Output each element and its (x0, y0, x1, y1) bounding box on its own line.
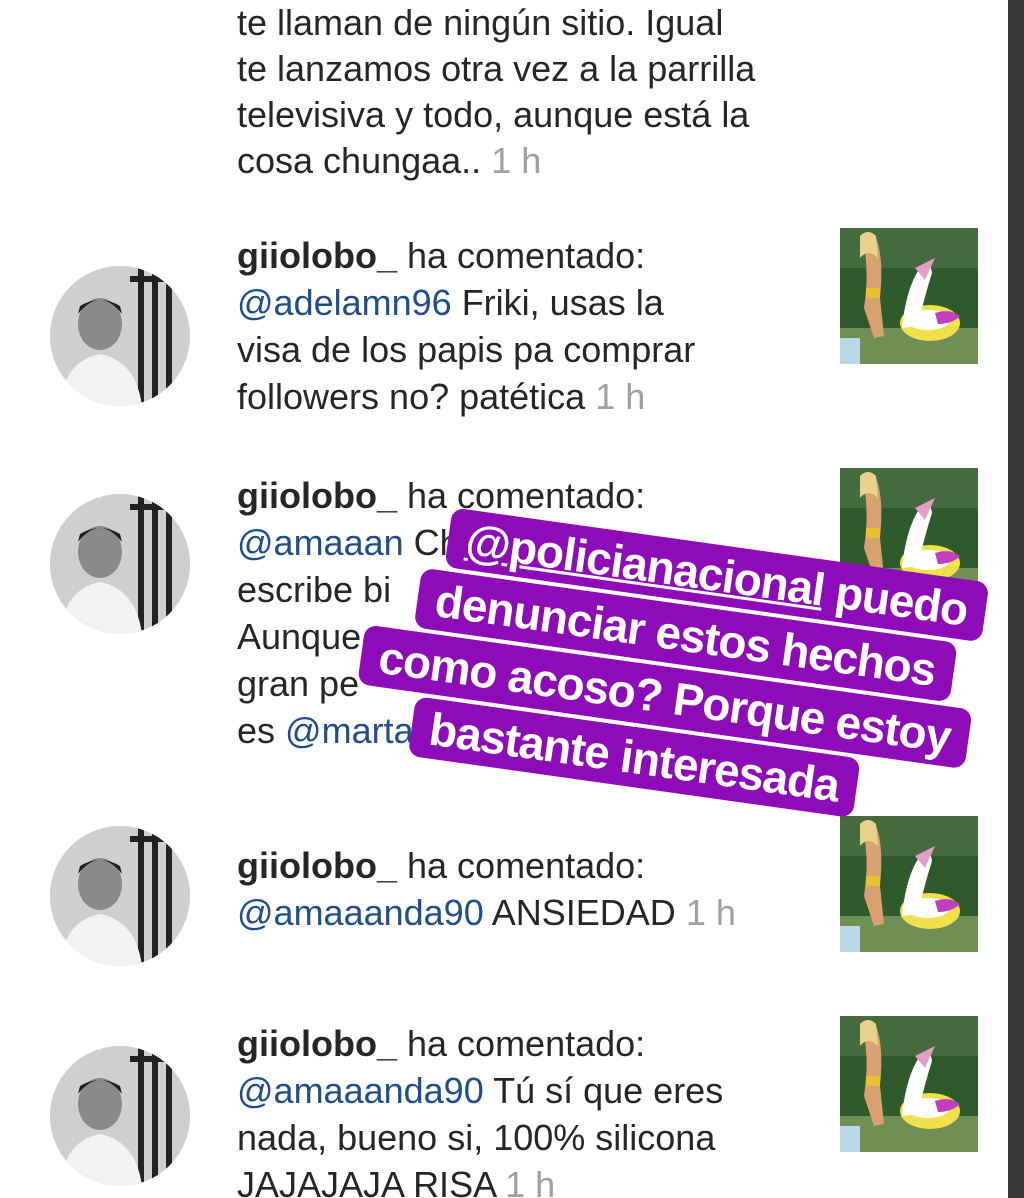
profile-photo-icon (50, 826, 190, 966)
comment-text: JAJAJAJA RISA (237, 1164, 496, 1198)
post-thumbnail[interactable] (840, 228, 978, 364)
post-thumbnail-icon (840, 1016, 978, 1152)
overlay-text: puedo (820, 564, 971, 636)
comment-line: followers no? patética 1 h (237, 373, 817, 420)
avatar[interactable] (50, 266, 190, 406)
profile-photo-icon (50, 266, 190, 406)
comment-action: ha comentado: (407, 845, 646, 886)
comment-text: Tú sí que eres (483, 1070, 724, 1111)
username[interactable]: giiolobo_ (237, 1023, 397, 1064)
comment-line: JAJAJAJA RISA 1 h (237, 1161, 817, 1198)
comment-text: ANSIEDAD (483, 892, 676, 933)
comment-header: giiolobo_ ha comentado: (237, 1020, 817, 1067)
comment-line: @adelamn96 Friki, usas la (237, 279, 817, 326)
comment-text: Friki, usas la (451, 282, 664, 323)
username[interactable]: giiolobo_ (237, 845, 397, 886)
comment-line: @amaaanda90 Tú sí que eres (237, 1067, 817, 1114)
avatar[interactable] (50, 826, 190, 966)
comment-timestamp: 1 h (595, 376, 646, 417)
previous-comment-line-text: cosa chungaa.. (237, 140, 482, 181)
comment-body: giiolobo_ ha comentado: @adelamn96 Friki… (237, 232, 817, 420)
comment-timestamp: 1 h (685, 892, 736, 933)
comment-header: giiolobo_ ha comentado: (237, 232, 817, 279)
previous-comment-line: televisiva y todo, aunque está la (237, 94, 750, 135)
mention-link[interactable]: @amaaanda90 (237, 892, 484, 933)
previous-comment-line: cosa chungaa.. 1 h (237, 138, 827, 184)
profile-photo-icon (50, 1046, 190, 1186)
comment-line: visa de los papis pa comprar (237, 329, 696, 370)
comment-line: @amaaanda90 ANSIEDAD 1 h (237, 889, 817, 936)
post-thumbnail-icon (840, 228, 978, 364)
mention-link[interactable]: @amaaanda90 (237, 1070, 484, 1111)
previous-comment-line: te lanzamos otra vez a la parrilla (237, 48, 756, 89)
previous-comment-line: te llaman de ningún sitio. Igual (237, 2, 724, 43)
username[interactable]: giiolobo_ (237, 475, 397, 516)
comment-text: followers no? patética (237, 376, 586, 417)
username[interactable]: giiolobo_ (237, 235, 397, 276)
comment-action: ha comentado: (407, 235, 646, 276)
comment-action: ha comentado: (407, 1023, 646, 1064)
mention-link[interactable]: @adelamn96 (237, 282, 452, 323)
screen-edge (1008, 0, 1024, 1198)
comment-line: nada, bueno si, 100% silicona (237, 1117, 716, 1158)
comment-text: es (237, 710, 286, 751)
avatar[interactable] (50, 1046, 190, 1186)
comment-timestamp: 1 h (505, 1164, 556, 1198)
previous-comment-text: te llaman de ningún sitio. Igual te lanz… (237, 0, 827, 184)
avatar[interactable] (50, 494, 190, 634)
post-thumbnail[interactable] (840, 1016, 978, 1152)
comment-timestamp: 1 h (491, 140, 542, 181)
profile-photo-icon (50, 494, 190, 634)
comment-body: giiolobo_ ha comentado: @amaaanda90 Tú s… (237, 1020, 817, 1198)
